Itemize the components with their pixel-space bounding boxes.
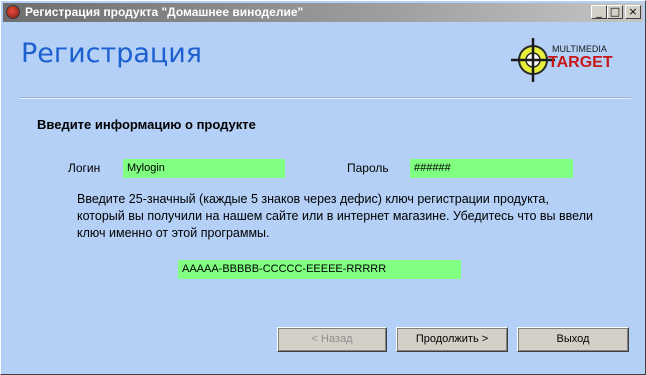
password-input[interactable]: ###### bbox=[410, 159, 573, 178]
maximize-button[interactable]: □ bbox=[607, 5, 623, 19]
logo-text-multimedia: MULTIMEDIA bbox=[552, 44, 607, 54]
exit-button[interactable]: Выход bbox=[517, 327, 629, 352]
login-label: Логин bbox=[68, 161, 101, 175]
key-instructions: Введите 25-значный (каждые 5 знаков чере… bbox=[77, 192, 593, 240]
app-icon[interactable] bbox=[6, 5, 20, 19]
registration-window: Регистрация продукта "Домашнее виноделие… bbox=[0, 0, 646, 375]
back-button[interactable]: < Назад bbox=[277, 327, 387, 352]
section-title: Введите информацию о продукте bbox=[37, 117, 256, 132]
logo-text-target: TARGET bbox=[548, 54, 613, 71]
login-input[interactable]: Mylogin bbox=[123, 159, 285, 178]
page-title: Регистрация bbox=[21, 38, 203, 69]
next-button[interactable]: Продолжить > bbox=[396, 327, 508, 352]
registration-key-input[interactable]: AAAAA-BBBBB-CCCCC-EEEEE-RRRRR bbox=[178, 260, 461, 279]
header: Регистрация MULTIMEDIA TARGET bbox=[3, 23, 643, 93]
target-logo: MULTIMEDIA TARGET bbox=[511, 38, 613, 82]
title-bar[interactable]: Регистрация продукта "Домашнее виноделие… bbox=[3, 3, 643, 22]
window-title: Регистрация продукта "Домашнее виноделие… bbox=[25, 5, 304, 19]
close-button[interactable]: × bbox=[625, 5, 641, 19]
minimize-button[interactable]: _ bbox=[591, 5, 607, 19]
header-divider bbox=[19, 97, 631, 99]
password-label: Пароль bbox=[347, 161, 389, 175]
